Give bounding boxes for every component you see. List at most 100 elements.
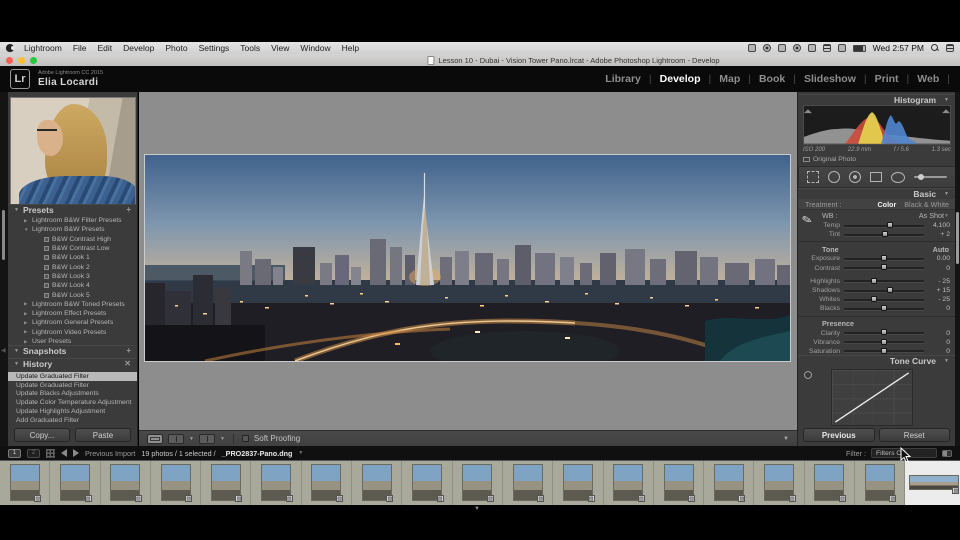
add-preset-icon[interactable]: + (126, 206, 131, 214)
filmstrip-thumbnail[interactable]: ▨ (151, 461, 201, 506)
left-collapse-icon[interactable]: ◀ (1, 347, 6, 354)
histogram-panel-header[interactable]: Histogram (798, 94, 955, 105)
filmstrip-thumbnail[interactable]: ▨ (503, 461, 553, 506)
slider-thumb[interactable] (881, 339, 887, 345)
filmstrip-thumbnail[interactable]: ▨ (453, 461, 503, 506)
disclosure-icon[interactable] (14, 361, 19, 367)
minimize-button[interactable] (18, 57, 25, 64)
preset-item[interactable]: ▶ Lightroom B&W Filter Presets (8, 216, 137, 225)
slider-value[interactable]: 0 (928, 265, 950, 272)
menu-item[interactable]: Develop (123, 43, 154, 53)
preset-item[interactable]: B&W Contrast High (8, 235, 137, 244)
slider-track[interactable] (844, 280, 924, 282)
filmstrip-collapse-icon[interactable]: ▼ (474, 506, 480, 512)
slider-track[interactable] (844, 299, 924, 301)
preset-item[interactable]: ▼ Lightroom B&W Presets (8, 225, 137, 234)
main-window-icon[interactable]: 1 (8, 449, 21, 458)
slider-thumb[interactable] (871, 296, 877, 302)
snapshots-panel-header[interactable]: Snapshots + (8, 345, 137, 356)
treatment-bw-option[interactable]: Black & White (904, 200, 949, 209)
chevron-down-icon[interactable]: ▼ (944, 213, 949, 219)
slider-track[interactable] (844, 341, 924, 343)
red-eye-tool-icon[interactable] (849, 171, 861, 183)
slider-thumb[interactable] (881, 305, 887, 311)
filmstrip-thumbnail[interactable]: ▨ (201, 461, 251, 506)
history-step[interactable]: Update Graduated Filter (8, 372, 137, 381)
before-after-lr-icon[interactable] (168, 434, 184, 444)
disclosure-icon[interactable] (944, 97, 949, 103)
add-snapshot-icon[interactable]: + (126, 347, 131, 355)
camera-icon[interactable] (763, 44, 771, 52)
preset-disclosure-icon[interactable]: ▶ (24, 311, 32, 317)
filmstrip-thumbnail[interactable]: ▨ (402, 461, 452, 506)
slider-track[interactable] (844, 234, 924, 236)
filmstrip-thumbnail[interactable]: ▨ (251, 461, 301, 506)
history-panel-header[interactable]: History ✕ (8, 358, 137, 369)
slider-track[interactable] (844, 308, 924, 310)
menu-item[interactable]: Tools (240, 43, 260, 53)
presets-panel-header[interactable]: Presets + (8, 204, 137, 215)
grid-view-icon[interactable] (46, 449, 55, 458)
slider-track[interactable] (844, 332, 924, 334)
chevron-down-icon[interactable]: ▼ (220, 436, 225, 442)
preset-disclosure-icon[interactable]: ▼ (24, 227, 32, 232)
menu-item[interactable]: Edit (98, 43, 113, 53)
slider-thumb[interactable] (881, 348, 887, 354)
slider-thumb[interactable] (882, 231, 888, 237)
slider-track[interactable] (844, 258, 924, 260)
menu-item[interactable]: View (271, 43, 289, 53)
left-scrollbar-thumb[interactable] (2, 210, 5, 260)
disclosure-icon[interactable] (944, 191, 949, 197)
slider-track[interactable] (844, 267, 924, 269)
menu-item[interactable]: Window (300, 43, 330, 53)
basic-panel-header[interactable]: Basic (798, 188, 955, 199)
filmstrip-thumbnail[interactable]: ▨ (805, 461, 855, 506)
menu-item[interactable]: Photo (165, 43, 187, 53)
auto-tone-button[interactable]: Auto (933, 245, 949, 254)
preset-item[interactable]: ▶ Lightroom General Presets (8, 318, 137, 327)
preset-disclosure-icon[interactable]: ▶ (24, 329, 32, 335)
menu-item[interactable]: File (73, 43, 87, 53)
reset-button[interactable]: Reset (879, 428, 951, 442)
slider-value[interactable]: 0 (928, 305, 950, 312)
preset-item[interactable]: ▶ Lightroom Effect Presets (8, 309, 137, 318)
filmstrip-thumbnail[interactable]: ▨ (0, 461, 50, 506)
module-tab[interactable]: Book (759, 73, 785, 85)
display-icon[interactable] (808, 44, 816, 52)
slider-value[interactable]: - 25 (928, 278, 950, 285)
preset-item[interactable]: B&W Look 1 (8, 253, 137, 262)
shield-icon[interactable] (748, 44, 756, 52)
adjustment-brush-tool-icon[interactable] (914, 176, 947, 178)
keyboard-icon[interactable] (823, 44, 831, 52)
close-button[interactable] (6, 57, 13, 64)
slider-thumb[interactable] (887, 287, 893, 293)
copy-button[interactable]: Copy... (14, 428, 70, 442)
preset-item[interactable]: B&W Look 5 (8, 290, 137, 299)
history-step[interactable]: Update Highlights Adjustment (8, 407, 137, 416)
histogram-display[interactable] (803, 105, 951, 145)
photo-dubai-panorama[interactable] (145, 155, 790, 361)
history-step[interactable]: Update Color Temperature Adjustment (8, 398, 137, 407)
slider-value[interactable]: + 15 (928, 287, 950, 294)
filmstrip-thumbnail[interactable]: ▨ (50, 461, 100, 506)
soft-proofing-checkbox[interactable] (242, 435, 249, 442)
module-tab[interactable]: Slideshow (804, 73, 856, 85)
filmstrip-thumbnail[interactable]: ▨ (855, 461, 905, 506)
slider-thumb[interactable] (881, 329, 887, 335)
menu-bar-clock[interactable]: Wed 2:57 PM (873, 43, 924, 53)
slider-value[interactable]: 0 (928, 348, 950, 355)
selected-filename[interactable]: _PRO2837-Pano.dng (222, 449, 293, 458)
slider-track[interactable] (844, 350, 924, 352)
disclosure-icon[interactable] (14, 207, 19, 213)
filmstrip-thumbnail[interactable]: ▨ (302, 461, 352, 506)
battery-icon[interactable] (853, 45, 866, 52)
history-step[interactable]: Update Graduated Filter (8, 381, 137, 390)
menu-item[interactable]: Lightroom (24, 43, 62, 53)
preset-item[interactable]: B&W Look 4 (8, 281, 137, 290)
chevron-down-icon[interactable]: ▼ (189, 436, 194, 442)
history-step[interactable]: Add Graduated Filter (8, 416, 137, 425)
treatment-color-option[interactable]: Color (877, 200, 896, 209)
preset-disclosure-icon[interactable]: ▶ (24, 320, 32, 326)
filmstrip-thumbnail[interactable]: ▨ (704, 461, 754, 506)
notification-center-icon[interactable] (946, 44, 954, 52)
